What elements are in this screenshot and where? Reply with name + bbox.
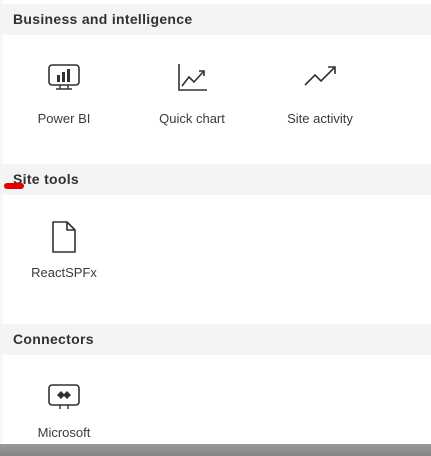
tile-site-activity[interactable]: Site activity [270, 62, 370, 127]
panel-left-edge [0, 0, 3, 444]
web-part-toolbox-panel: Business and intelligence Power BI Quick… [0, 0, 431, 444]
power-bi-icon [14, 62, 114, 98]
tile-label: ReactSPFx [31, 265, 97, 280]
tile-microsoft-powerapps[interactable]: Microsoft PowerApps [14, 382, 114, 444]
quick-chart-icon [142, 62, 242, 98]
red-annotation-mark [4, 183, 24, 189]
section-header-connectors: Connectors [0, 324, 431, 355]
section-header-business: Business and intelligence [0, 4, 431, 35]
tile-label: Microsoft PowerApps [31, 425, 97, 444]
tile-quick-chart[interactable]: Quick chart [142, 62, 242, 127]
tile-label: Power BI [37, 111, 91, 126]
tile-power-bi[interactable]: Power BI [14, 62, 114, 127]
section-header-site-tools: Site tools [0, 164, 431, 195]
tile-label: Site activity [287, 111, 353, 126]
document-icon [14, 220, 114, 256]
background-overlay [0, 444, 431, 456]
site-activity-icon [270, 62, 370, 98]
tile-reactspfx[interactable]: ReactSPFx [14, 220, 114, 281]
powerapps-icon [14, 382, 114, 418]
tile-label: Quick chart [159, 111, 225, 126]
